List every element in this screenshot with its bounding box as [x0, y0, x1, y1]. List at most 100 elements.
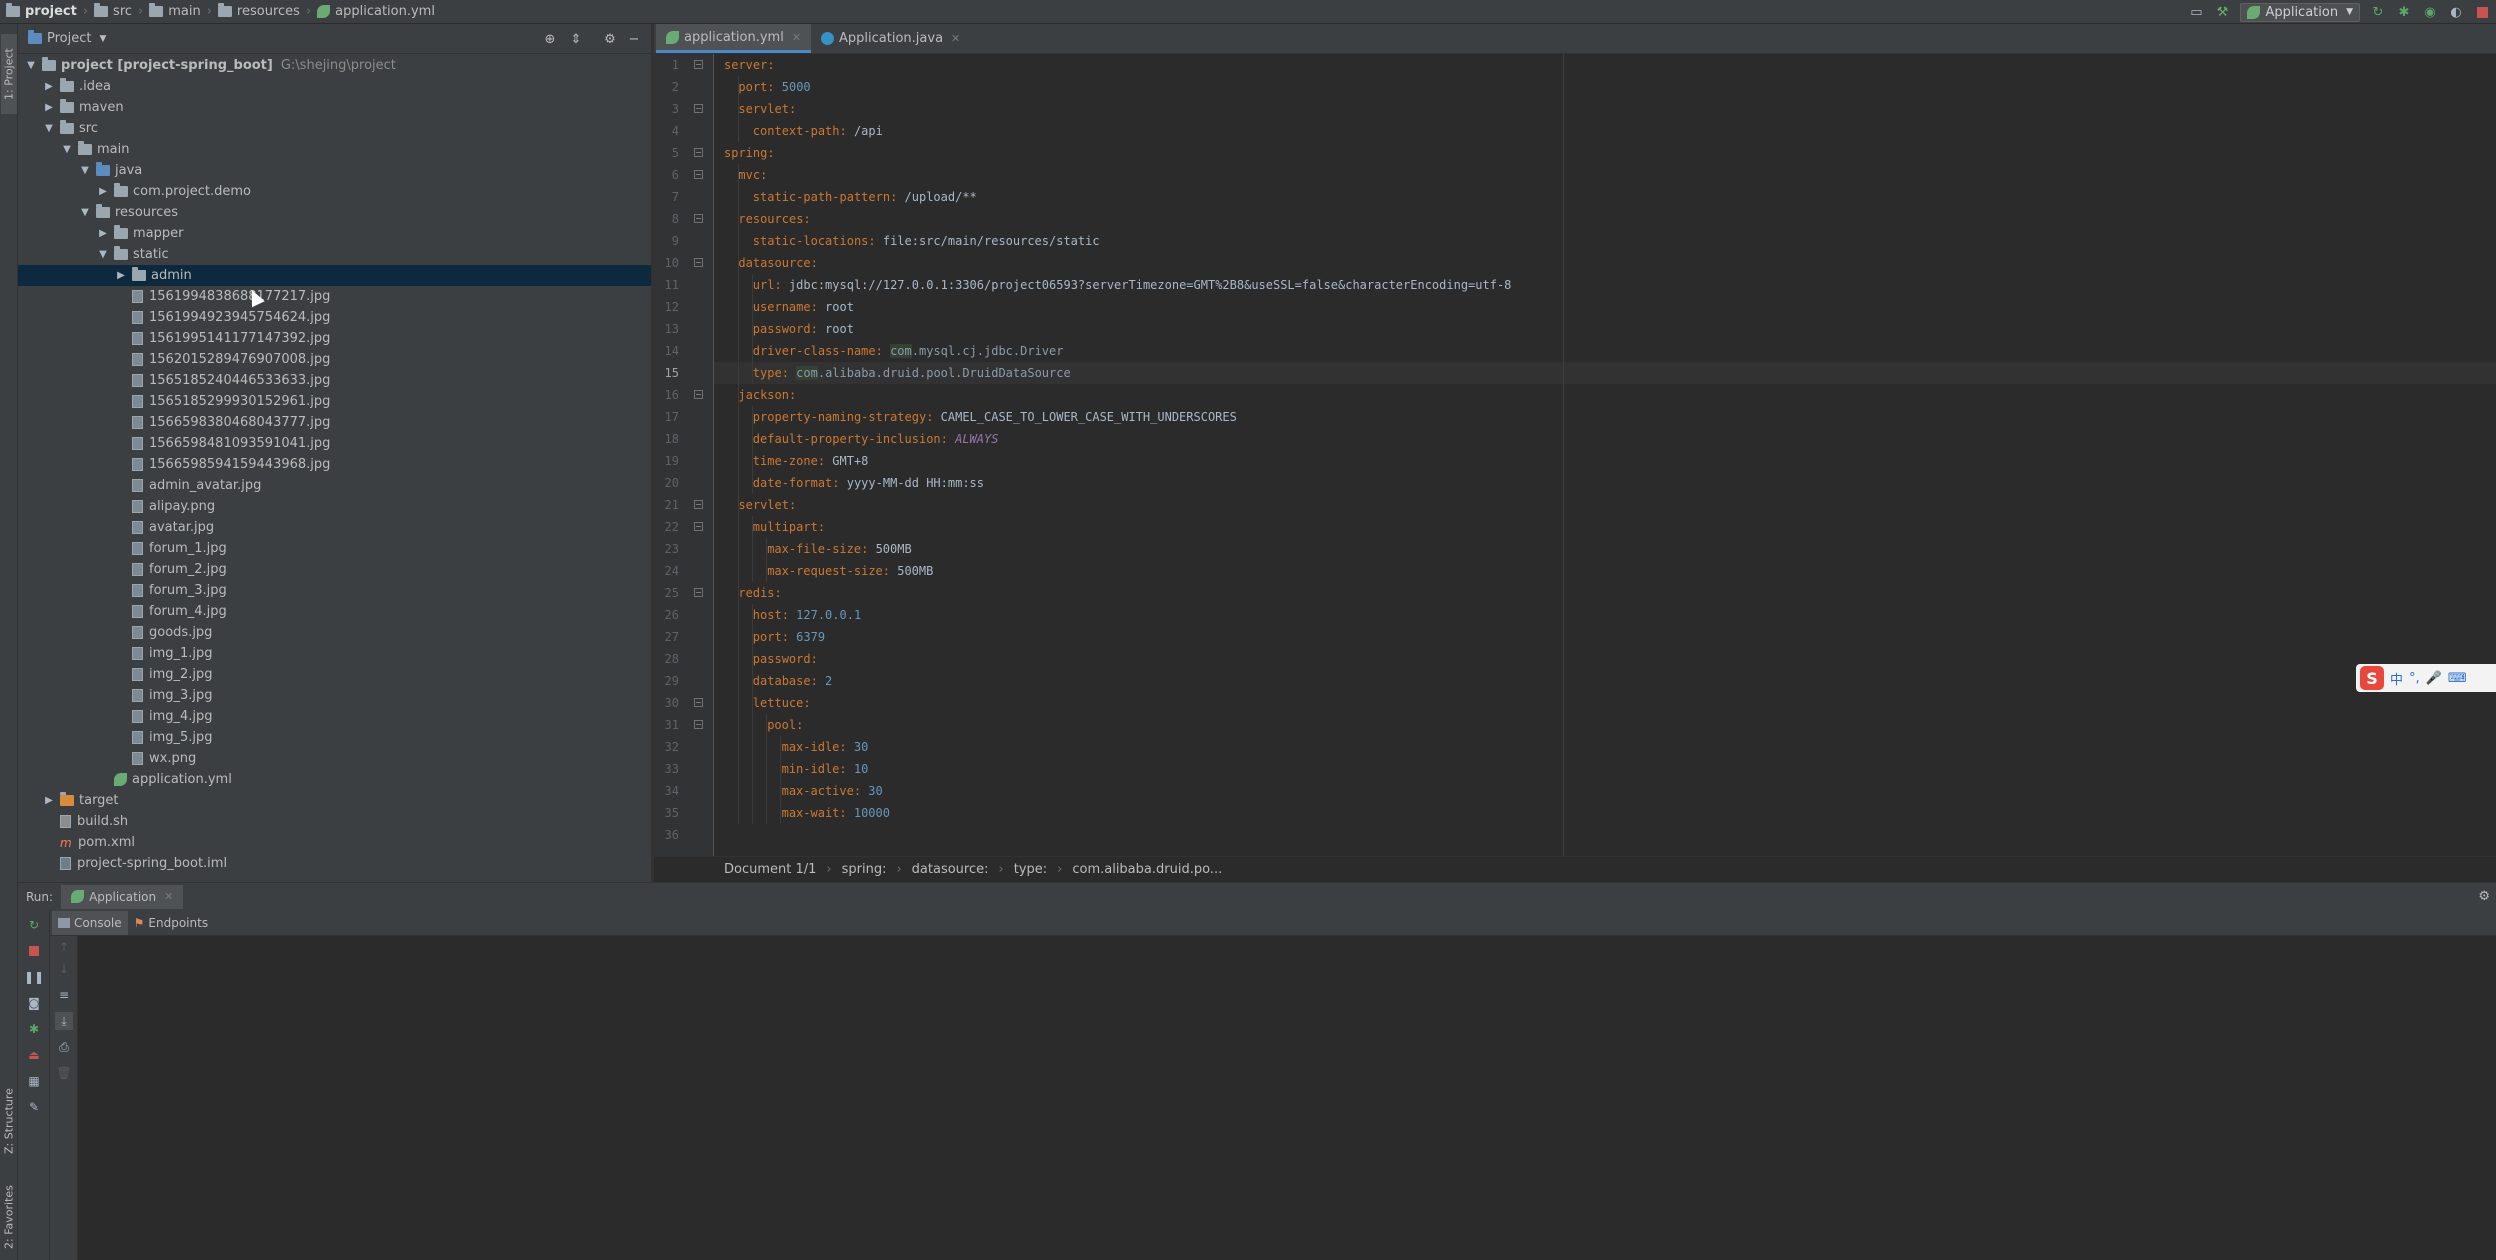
tree-folder-item[interactable]: ▼ static: [18, 244, 651, 265]
debug-icon[interactable]: ✱: [25, 1020, 43, 1038]
expand-down-icon[interactable]: ▼: [78, 165, 92, 176]
exit-icon[interactable]: ⏏: [25, 1046, 43, 1064]
project-view-title[interactable]: Project: [47, 31, 91, 46]
tab-application-yml[interactable]: application.yml ✕: [656, 24, 812, 53]
crumb-resources[interactable]: resources: [216, 0, 302, 24]
run-tab-application[interactable]: Application ✕: [61, 884, 184, 909]
soft-wrap-icon[interactable]: ≡: [55, 986, 73, 1004]
pause-icon[interactable]: ❚❚: [24, 968, 44, 986]
fold-marker-icon[interactable]: −: [694, 148, 703, 157]
keyboard-icon[interactable]: ⌨: [2448, 671, 2467, 686]
tree-file-item[interactable]: img_3.jpg: [18, 685, 651, 706]
coverage-icon[interactable]: ◉: [2422, 4, 2438, 20]
tree-file-item[interactable]: 1561994923945754624.jpg: [18, 307, 651, 328]
locate-icon[interactable]: ⊕: [542, 31, 558, 47]
gear-icon[interactable]: ⚙: [2478, 889, 2490, 904]
tree-file-item[interactable]: 1566598481093591041.jpg: [18, 433, 651, 454]
tree-folder-item[interactable]: ▶ target: [18, 790, 651, 811]
tree-file-item[interactable]: admin_avatar.jpg: [18, 475, 651, 496]
tree-folder-item[interactable]: ▼ java: [18, 160, 651, 181]
fold-marker-icon[interactable]: −: [694, 104, 703, 113]
fold-marker-icon[interactable]: −: [694, 720, 703, 729]
expand-down-icon[interactable]: ▼: [78, 207, 92, 218]
fold-marker-icon[interactable]: −: [694, 60, 703, 69]
fold-marker-icon[interactable]: −: [694, 500, 703, 509]
fold-marker-icon[interactable]: −: [694, 588, 703, 597]
tree-folder-item[interactable]: ▶ .idea: [18, 76, 651, 97]
tree-file-item[interactable]: forum_3.jpg: [18, 580, 651, 601]
code-editor[interactable]: server: port: 5000 servlet: context-path: /…: [714, 54, 2496, 856]
crumb-project[interactable]: project: [0, 0, 79, 24]
tree-file-item[interactable]: 1561995141177147392.jpg: [18, 328, 651, 349]
tab-application-java[interactable]: Application.java ✕: [811, 24, 970, 53]
tree-file-item[interactable]: img_4.jpg: [18, 706, 651, 727]
ime-mode-toggle[interactable]: 中: [2390, 669, 2403, 688]
expand-down-icon[interactable]: ▼: [60, 144, 74, 155]
tree-folder-item[interactable]: ▼ main: [18, 139, 651, 160]
scroll-to-end-icon[interactable]: ⤓: [55, 1012, 73, 1030]
tree-file-item[interactable]: forum_4.jpg: [18, 601, 651, 622]
minimize-icon[interactable]: −: [626, 31, 642, 47]
tree-file-item[interactable]: project-spring_boot.iml: [18, 853, 651, 874]
stop-icon[interactable]: [2474, 4, 2490, 20]
tree-file-item[interactable]: wx.png: [18, 748, 651, 769]
subtab-console[interactable]: Console: [52, 910, 128, 935]
fold-marker-icon[interactable]: −: [694, 258, 703, 267]
tree-file-item[interactable]: img_5.jpg: [18, 727, 651, 748]
build-hammer-icon[interactable]: ⚒: [2214, 4, 2230, 20]
tree-folder-item[interactable]: ▶ maven: [18, 97, 651, 118]
console-output[interactable]: [78, 936, 2496, 1260]
breadcrumb-datasource[interactable]: datasource:: [912, 862, 989, 877]
tree-folder-item[interactable]: ▼ project [project-spring_boot] G:\shejing…: [18, 55, 651, 76]
crumb-src[interactable]: src: [92, 0, 134, 24]
breadcrumb-spring[interactable]: spring:: [842, 862, 887, 877]
microphone-icon[interactable]: 🎤: [2426, 671, 2442, 686]
crumb-application-yml[interactable]: application.yml: [315, 0, 437, 24]
tree-folder-item[interactable]: ▼ resources: [18, 202, 651, 223]
fold-marker-icon[interactable]: −: [694, 390, 703, 399]
print-icon[interactable]: ⎙: [55, 1038, 73, 1056]
tree-file-item[interactable]: m pom.xml: [18, 832, 651, 853]
fold-marker-icon[interactable]: −: [694, 214, 703, 223]
close-icon[interactable]: ✕: [951, 32, 960, 45]
tool-tab-structure[interactable]: Z: Structure: [1, 1076, 17, 1166]
rerun-icon[interactable]: ↻: [2370, 4, 2386, 20]
breadcrumb-value[interactable]: com.alibaba.druid.po...: [1072, 862, 1222, 877]
expand-right-icon[interactable]: ▶: [96, 228, 110, 239]
expand-right-icon[interactable]: ▶: [114, 270, 128, 281]
fold-marker-icon[interactable]: −: [694, 522, 703, 531]
collapse-icon[interactable]: ⇕: [568, 31, 584, 47]
run-configuration-select[interactable]: Application ▼: [2240, 2, 2360, 22]
tree-file-item[interactable]: application.yml: [18, 769, 651, 790]
debug-icon[interactable]: ✱: [2396, 4, 2412, 20]
tree-folder-item[interactable]: ▼ src: [18, 118, 651, 139]
crumb-main[interactable]: main: [147, 0, 202, 24]
tree-file-item[interactable]: forum_1.jpg: [18, 538, 651, 559]
tool-tab-project[interactable]: 1: Project: [1, 34, 17, 114]
trash-icon[interactable]: 🗑: [55, 1064, 73, 1082]
tree-file-item[interactable]: goods.jpg: [18, 622, 651, 643]
camera-icon[interactable]: ◙: [25, 994, 43, 1012]
tree-folder-item[interactable]: ▶ mapper: [18, 223, 651, 244]
tree-file-item[interactable]: img_1.jpg: [18, 643, 651, 664]
close-icon[interactable]: ✕: [164, 890, 173, 903]
tree-file-item[interactable]: 1562015289476907008.jpg: [18, 349, 651, 370]
window-icon[interactable]: ▭: [2188, 4, 2204, 20]
gear-icon[interactable]: ⚙: [602, 31, 618, 47]
layout-icon[interactable]: ▦: [25, 1072, 43, 1090]
chevron-down-icon[interactable]: ▼: [99, 34, 106, 44]
expand-down-icon[interactable]: ▼: [96, 249, 110, 260]
close-icon[interactable]: ✕: [792, 31, 801, 44]
tree-file-item[interactable]: 1566598380468043777.jpg: [18, 412, 651, 433]
pin-icon[interactable]: ✎: [25, 1098, 43, 1116]
tree-file-item[interactable]: 1565185299930152961.jpg: [18, 391, 651, 412]
subtab-endpoints[interactable]: ⚑ Endpoints: [128, 911, 214, 935]
ime-punctuation-toggle[interactable]: °,: [2409, 671, 2420, 686]
tree-file-item[interactable]: avatar.jpg: [18, 517, 651, 538]
profiler-icon[interactable]: ◐: [2448, 4, 2464, 20]
up-arrow-icon[interactable]: ↑: [55, 938, 73, 956]
tool-tab-favorites[interactable]: 2: Favorites: [1, 1172, 17, 1260]
expand-right-icon[interactable]: ▶: [96, 186, 110, 197]
expand-down-icon[interactable]: ▼: [24, 60, 38, 71]
fold-marker-icon[interactable]: −: [694, 698, 703, 707]
